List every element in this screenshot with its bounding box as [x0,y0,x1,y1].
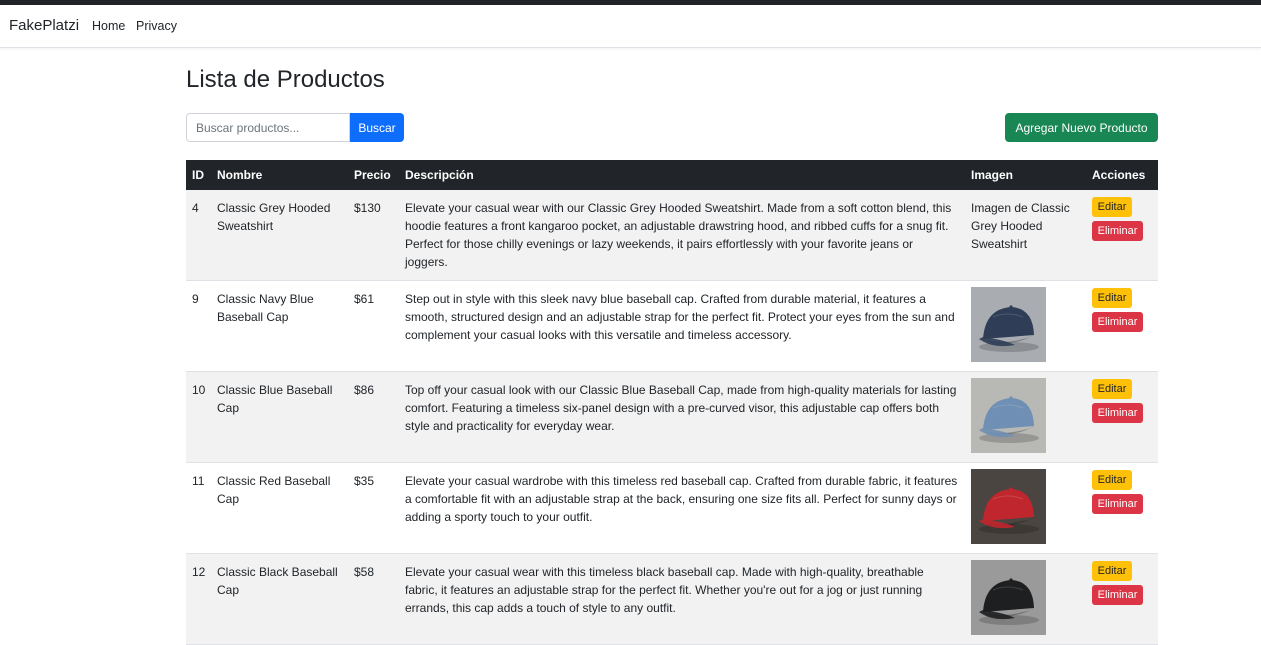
cell-image [965,553,1086,645]
edit-button[interactable]: Editar [1092,288,1132,308]
search-button[interactable]: Buscar [350,113,404,142]
cell-id: 11 [186,462,211,554]
cell-id: 12 [186,553,211,645]
edit-button[interactable]: Editar [1092,561,1132,581]
cell-actions: Editar Eliminar [1086,462,1158,554]
cell-price: $61 [348,280,399,372]
cell-description: Step out in style with this sleek navy b… [399,280,965,372]
nav-link-home[interactable]: Home [92,19,125,33]
table-row: 9 Classic Navy Blue Baseball Cap $61 Step o… [186,280,1158,372]
edit-button[interactable]: Editar [1092,379,1132,399]
nav-link-privacy[interactable]: Privacy [136,19,177,33]
cell-name: Classic Blue Baseball Cap [211,371,348,463]
cell-actions: Editar Eliminar [1086,280,1158,372]
page-title: Lista de Productos [186,66,385,93]
header-image: Imagen [971,168,1014,182]
cell-name: Classic Black Baseball Cap [211,553,348,645]
cell-price: $86 [348,371,399,463]
cell-id: 10 [186,371,211,463]
header-price: Precio [354,168,391,182]
table-body: 4 Classic Grey Hooded Sweatshirt $130 Eleva… [186,190,1158,645]
search-input[interactable] [186,113,350,142]
products-table-container: ID Nombre Precio Descripción Imagen Acci… [186,160,1158,645]
cap-icon [979,578,1039,625]
cell-actions: Editar Eliminar [1086,371,1158,463]
edit-button[interactable]: Editar [1092,470,1132,490]
cell-id: 9 [186,280,211,372]
product-image [971,287,1046,362]
cap-icon [979,396,1039,443]
table-header: ID Nombre Precio Descripción Imagen Acci… [186,160,1158,190]
cell-image [965,280,1086,372]
edit-button[interactable]: Editar [1092,197,1132,217]
navbar: FakePlatzi Home Privacy [0,5,1261,48]
cell-name: Classic Navy Blue Baseball Cap [211,280,348,372]
table-row: 4 Classic Grey Hooded Sweatshirt $130 Eleva… [186,190,1158,281]
products-table: ID Nombre Precio Descripción Imagen Acci… [186,160,1158,645]
cap-icon [979,487,1039,534]
delete-button[interactable]: Eliminar [1092,221,1143,241]
brand-link[interactable]: FakePlatzi [9,17,79,34]
table-row: 11 Classic Red Baseball Cap $35 Elevate you… [186,462,1158,554]
add-product-button[interactable]: Agregar Nuevo Producto [1005,113,1158,142]
product-image [971,560,1046,635]
product-image [971,469,1046,544]
cell-name: Classic Grey Hooded Sweatshirt [211,190,348,281]
delete-button[interactable]: Eliminar [1092,494,1143,514]
header-name: Nombre [217,168,263,182]
cap-icon [979,305,1039,352]
table-row: 10 Classic Blue Baseball Cap $86 Top off yo… [186,371,1158,463]
cell-description: Elevate your casual wear with our Classi… [399,190,965,281]
delete-button[interactable]: Eliminar [1092,403,1143,423]
cell-image [965,371,1086,463]
cell-image [965,462,1086,554]
cell-description: Top off your casual look with our Classi… [399,371,965,463]
cell-description: Elevate your casual wardrobe with this t… [399,462,965,554]
cell-id: 4 [186,190,211,281]
delete-button[interactable]: Eliminar [1092,585,1143,605]
header-actions: Acciones [1092,168,1146,182]
cell-price: $58 [348,553,399,645]
broken-image-alt-text: Imagen de Classic Grey Hooded Sweatshirt [971,201,1070,251]
product-image [971,378,1046,453]
cell-actions: Editar Eliminar [1086,190,1158,281]
cell-image: Imagen de Classic Grey Hooded Sweatshirt [965,190,1086,281]
cell-actions: Editar Eliminar [1086,553,1158,645]
header-description: Descripción [405,168,474,182]
cell-price: $35 [348,462,399,554]
delete-button[interactable]: Eliminar [1092,312,1143,332]
table-row: 12 Classic Black Baseball Cap $58 Elevate y… [186,553,1158,645]
cell-price: $130 [348,190,399,281]
cell-name: Classic Red Baseball Cap [211,462,348,554]
cell-description: Elevate your casual wear with this timel… [399,553,965,645]
header-id: ID [192,168,204,182]
